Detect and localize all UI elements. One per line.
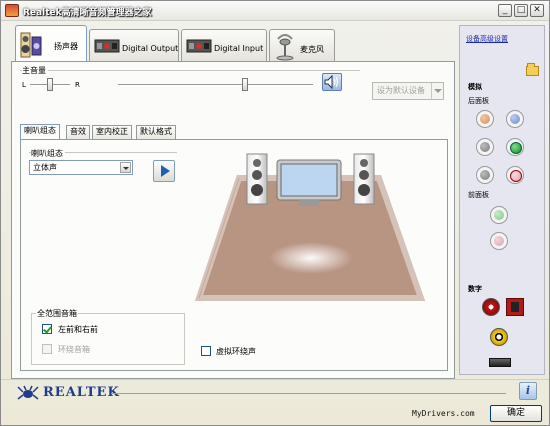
- ok-button[interactable]: 确定: [490, 405, 542, 422]
- microphone-icon: [276, 34, 294, 61]
- jack-gray-2[interactable]: [476, 166, 494, 184]
- virtual-surround-checkbox[interactable]: [201, 346, 211, 356]
- tab-microphone[interactable]: 麦克风: [269, 29, 335, 61]
- app-window: Realtek高清晰音频管理器之家 _ □ ✕ 扬声器 Digital Outp…: [0, 0, 550, 426]
- tv-screen: [276, 159, 342, 206]
- front-lr-label: 左前和右前: [58, 325, 98, 334]
- folder-icon[interactable]: [526, 63, 539, 76]
- tab-microphone-label: 麦克风: [300, 45, 324, 54]
- main-volume-group: 主音量 L R: [20, 65, 360, 96]
- spdif-coax-jack[interactable]: [482, 298, 500, 316]
- connector-panel: 设备高级设置 模拟 后面板 前面板 数字: [459, 25, 545, 375]
- set-default-device-label: 设为默认设备: [377, 86, 425, 95]
- tab-digital-input-label: Digital Input: [214, 44, 264, 53]
- tab-default-format[interactable]: 默认格式: [136, 125, 176, 139]
- watermark-text: MyDrivers.com: [412, 409, 475, 418]
- main-volume-title: 主音量: [22, 65, 48, 76]
- speaker-icon: [20, 32, 42, 58]
- jack-green[interactable]: [506, 138, 524, 156]
- jack-front-pink[interactable]: [490, 232, 508, 250]
- footer: MyDrivers.com 确定: [1, 405, 549, 425]
- digital-label: 数字: [468, 285, 482, 293]
- title-bar: Realtek高清晰音频管理器之家 _ □ ✕: [1, 1, 549, 21]
- surround-label: 环绕音箱: [58, 345, 90, 354]
- tab-room-correction[interactable]: 室内校正: [92, 125, 132, 139]
- speaker-config-group: 喇叭组态 立体声: [29, 148, 177, 182]
- jack-front-green[interactable]: [490, 206, 508, 224]
- minimize-button[interactable]: _: [498, 4, 512, 17]
- hdmi-port[interactable]: [489, 358, 511, 367]
- info-button[interactable]: i: [519, 382, 537, 400]
- analog-label: 模拟: [468, 83, 482, 91]
- speaker-config-select[interactable]: 立体声: [29, 160, 133, 175]
- speakers-panel: 主音量 L R 设为默认设备 喇叭组态 音效 室内校正 默认格式 喇叭组态 立体…: [11, 61, 455, 379]
- spdif-optical-jack[interactable]: [506, 298, 524, 316]
- full-range-speakers-group: 全范围音箱 左前和右前 环绕音箱: [31, 308, 185, 365]
- sweet-spot-glow: [269, 242, 353, 274]
- tab-speakers-label: 扬声器: [54, 42, 78, 51]
- front-left-speaker: [246, 153, 268, 205]
- chevron-down-icon: [431, 83, 443, 99]
- jack-blue[interactable]: [506, 110, 524, 128]
- mute-button[interactable]: [322, 73, 342, 91]
- brand-divider: [111, 393, 506, 394]
- tab-digital-output[interactable]: Digital Output: [89, 29, 179, 61]
- play-test-button[interactable]: [153, 160, 175, 182]
- realtek-crab-logo: [17, 385, 39, 400]
- tab-digital-input[interactable]: Digital Input: [181, 29, 267, 61]
- surround-checkbox[interactable]: [42, 344, 52, 354]
- speaker-config-title: 喇叭组态: [31, 148, 65, 159]
- jack-gray[interactable]: [476, 138, 494, 156]
- balance-slider-thumb[interactable]: [47, 78, 53, 91]
- balance-right-label: R: [75, 81, 80, 89]
- front-lr-checkbox[interactable]: [42, 324, 52, 334]
- tab-digital-output-label: Digital Output: [122, 44, 179, 53]
- app-icon: [5, 4, 19, 17]
- balance-left-label: L: [22, 81, 26, 89]
- window-title: Realtek高清晰音频管理器之家: [23, 8, 152, 18]
- close-button[interactable]: ✕: [530, 4, 544, 17]
- speaker-room-illustration: [194, 153, 426, 301]
- digital-input-icon: [186, 39, 212, 53]
- speaker-volume-icon: [324, 74, 339, 90]
- spdif-in-jack[interactable]: [490, 328, 508, 346]
- jack-pink[interactable]: [506, 166, 524, 184]
- speaker-config-value: 立体声: [33, 163, 57, 172]
- main-area: 扬声器 Digital Output Digital Input 麦克风 主音量…: [7, 25, 455, 379]
- digital-output-icon: [94, 39, 120, 53]
- advanced-settings-link[interactable]: 设备高级设置: [466, 34, 508, 44]
- front-right-speaker: [353, 153, 375, 205]
- brand-bar: REALTEK i: [1, 379, 549, 405]
- tab-speakers[interactable]: 扬声器: [15, 25, 87, 62]
- realtek-brand: REALTEK: [43, 385, 120, 400]
- full-range-title: 全范围音箱: [36, 308, 78, 319]
- back-panel-label: 后面板: [468, 97, 489, 105]
- volume-slider-thumb[interactable]: [242, 78, 248, 91]
- speaker-config-panel: 喇叭组态 立体声 全范围音箱 左前和右前 环绕音箱 虚拟环绕声: [20, 139, 448, 371]
- maximize-button[interactable]: □: [514, 4, 528, 17]
- jack-orange[interactable]: [476, 110, 494, 128]
- tab-sound-effects[interactable]: 音效: [66, 125, 90, 139]
- chevron-down-icon: [120, 162, 131, 173]
- virtual-surround-label: 虚拟环绕声: [216, 347, 256, 356]
- set-default-device-dropdown[interactable]: 设为默认设备: [372, 82, 444, 100]
- tab-speaker-config[interactable]: 喇叭组态: [20, 124, 60, 140]
- front-panel-label: 前面板: [468, 191, 489, 199]
- volume-slider-track[interactable]: [118, 84, 313, 86]
